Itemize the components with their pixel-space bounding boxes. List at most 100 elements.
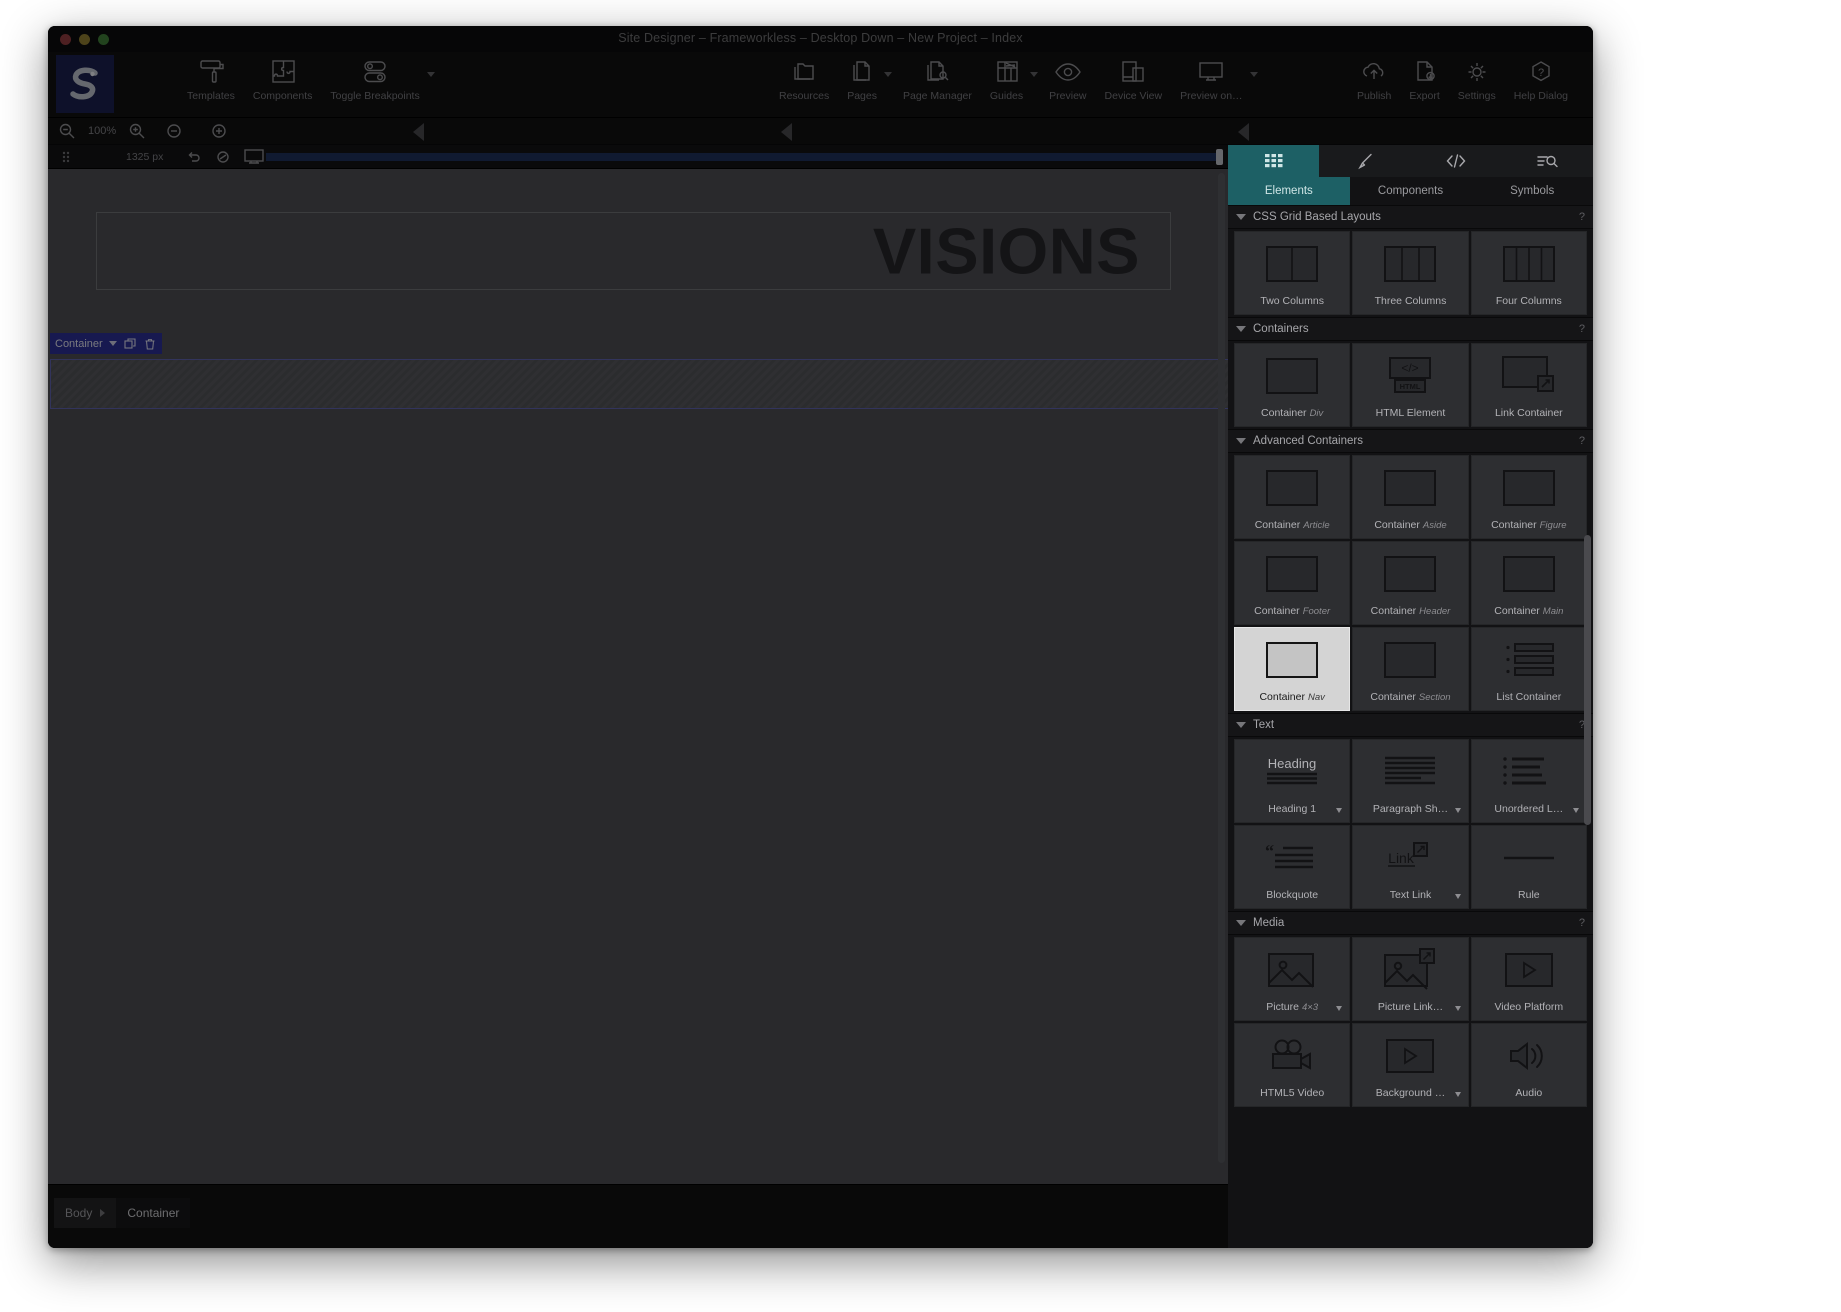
toolbar-item-preview[interactable]: Preview bbox=[1040, 54, 1095, 102]
element-tile-unordered-l[interactable]: Unordered L… bbox=[1470, 739, 1587, 823]
plus-circle-icon[interactable] bbox=[210, 122, 228, 140]
media-query-icon[interactable] bbox=[215, 149, 231, 165]
element-tile-html-element[interactable]: </> HTML HTML Element bbox=[1352, 343, 1469, 427]
chevron-down-icon[interactable] bbox=[1336, 808, 1343, 813]
canvas-scrollbar[interactable] bbox=[1218, 173, 1225, 1163]
selection-badge[interactable]: Container bbox=[50, 333, 162, 354]
toolbar-item-templates[interactable]: Templates bbox=[178, 54, 244, 102]
app-logo-icon[interactable] bbox=[56, 55, 114, 113]
section-header-text[interactable]: Text? bbox=[1228, 713, 1593, 737]
hero-container[interactable]: VISIONS bbox=[96, 212, 1171, 290]
toolbar-item-toggle-breakpoints[interactable]: Toggle Breakpoints bbox=[321, 54, 428, 102]
toolbar-item-export[interactable]: Export bbox=[1400, 54, 1448, 102]
toolbar-item-guides[interactable]: Guides bbox=[981, 54, 1032, 102]
elements-grid-icon[interactable] bbox=[1228, 145, 1320, 177]
element-tile-link-container[interactable]: Link Container bbox=[1470, 343, 1587, 427]
breakpoint-track[interactable] bbox=[266, 153, 1218, 161]
element-tile-rule[interactable]: Rule bbox=[1470, 825, 1587, 909]
toolbar-item-preview-on[interactable]: Preview on… bbox=[1171, 54, 1251, 102]
page-title[interactable]: VISIONS bbox=[873, 214, 1140, 289]
element-tile-two-columns[interactable]: Two Columns bbox=[1234, 231, 1351, 315]
section-header-media[interactable]: Media? bbox=[1228, 911, 1593, 935]
code-icon[interactable] bbox=[1410, 145, 1502, 177]
breadcrumb-item-body[interactable]: Body bbox=[54, 1198, 117, 1228]
element-tile-container-main[interactable]: Container Main bbox=[1470, 541, 1587, 625]
chevron-down-icon[interactable] bbox=[108, 341, 117, 346]
brush-icon[interactable] bbox=[1319, 145, 1411, 177]
toolbar-item-pages[interactable]: Pages bbox=[838, 54, 886, 102]
element-tile-audio[interactable]: Audio bbox=[1470, 1023, 1587, 1107]
breakpoint-width-value[interactable]: 1325 px bbox=[126, 151, 163, 163]
breadcrumb-item-container[interactable]: Container bbox=[116, 1198, 191, 1228]
help-icon[interactable]: ? bbox=[1579, 211, 1585, 223]
chevron-down-icon[interactable] bbox=[1236, 214, 1246, 220]
help-icon[interactable]: ? bbox=[1579, 435, 1585, 447]
element-tile-blockquote[interactable]: “ Blockquote bbox=[1234, 825, 1351, 909]
panel-scrollbar[interactable] bbox=[1584, 535, 1591, 825]
chevron-down-icon[interactable] bbox=[1454, 1006, 1461, 1011]
toolbar-item-help-dialog[interactable]: ? Help Dialog bbox=[1505, 54, 1577, 102]
element-tile-container-section[interactable]: Container Section bbox=[1352, 627, 1469, 711]
element-tile-picture-4-3[interactable]: Picture 4×3 bbox=[1234, 937, 1351, 1021]
element-tile-four-columns[interactable]: Four Columns bbox=[1470, 231, 1587, 315]
breakpoint-handle[interactable] bbox=[1216, 149, 1223, 165]
element-tile-video-platform[interactable]: Video Platform bbox=[1470, 937, 1587, 1021]
magnifier-minus-icon[interactable] bbox=[58, 122, 76, 140]
help-icon[interactable]: ? bbox=[1579, 917, 1585, 929]
element-tile-paragraph-sh[interactable]: Paragraph Sh… bbox=[1352, 739, 1469, 823]
chevron-down-icon[interactable] bbox=[1030, 72, 1039, 77]
collapse-left-arrow-icon[interactable] bbox=[413, 123, 424, 141]
search-list-icon[interactable] bbox=[1501, 145, 1593, 177]
chevron-down-icon[interactable] bbox=[1573, 808, 1579, 813]
element-tile-container-footer[interactable]: Container Footer bbox=[1234, 541, 1351, 625]
chevron-down-icon[interactable] bbox=[1336, 1006, 1343, 1011]
element-tile-three-columns[interactable]: Three Columns bbox=[1352, 231, 1469, 315]
element-tile-container-aside[interactable]: Container Aside bbox=[1352, 455, 1469, 539]
desktop-icon[interactable] bbox=[243, 148, 265, 166]
element-tile-heading-1[interactable]: Heading Heading 1 bbox=[1234, 739, 1351, 823]
zoom-level-value[interactable]: 100% bbox=[88, 125, 116, 137]
collapse-mid-arrow-icon[interactable] bbox=[781, 123, 792, 141]
section-header-advanced-containers[interactable]: Advanced Containers? bbox=[1228, 429, 1593, 453]
elements-library[interactable]: CSS Grid Based Layouts? Two Columns Three … bbox=[1228, 205, 1593, 1248]
chevron-down-icon[interactable] bbox=[426, 72, 435, 77]
element-tile-container-article[interactable]: Container Article bbox=[1234, 455, 1351, 539]
element-tile-container-header[interactable]: Container Header bbox=[1352, 541, 1469, 625]
selected-container-outline[interactable] bbox=[50, 359, 1228, 409]
section-header-containers[interactable]: Containers? bbox=[1228, 317, 1593, 341]
design-canvas[interactable]: VISIONS Container bbox=[48, 169, 1228, 1184]
toolbar-item-device-view[interactable]: Device View bbox=[1096, 54, 1172, 102]
magnifier-plus-icon[interactable] bbox=[128, 122, 146, 140]
element-tile-container-div[interactable]: Container Div bbox=[1234, 343, 1351, 427]
chevron-down-icon[interactable] bbox=[1454, 808, 1461, 813]
chevron-down-icon[interactable] bbox=[1249, 72, 1258, 77]
chevron-down-icon[interactable] bbox=[1454, 894, 1461, 899]
element-tile-container-figure[interactable]: Container Figure bbox=[1470, 455, 1587, 539]
tab-elements[interactable]: Elements bbox=[1228, 177, 1350, 205]
element-tile-html5-video[interactable]: HTML5 Video bbox=[1234, 1023, 1351, 1107]
chevron-down-icon[interactable] bbox=[1236, 438, 1246, 444]
element-tile-container-nav[interactable]: Container Nav bbox=[1234, 627, 1351, 711]
tab-symbols[interactable]: Symbols bbox=[1471, 177, 1593, 205]
toolbar-item-settings[interactable]: Settings bbox=[1449, 54, 1505, 102]
minus-circle-icon[interactable] bbox=[165, 122, 183, 140]
chevron-down-icon[interactable] bbox=[1454, 1092, 1461, 1097]
chevron-down-icon[interactable] bbox=[1236, 722, 1246, 728]
toolbar-item-components[interactable]: Components bbox=[244, 54, 322, 102]
trash-icon[interactable] bbox=[143, 337, 157, 351]
element-tile-list-container[interactable]: List Container bbox=[1470, 627, 1587, 711]
duplicate-icon[interactable] bbox=[123, 337, 137, 351]
tab-components[interactable]: Components bbox=[1349, 177, 1472, 205]
chevron-down-icon[interactable] bbox=[1236, 326, 1246, 332]
undo-icon[interactable] bbox=[186, 149, 202, 165]
section-header-css-grid-based-layouts[interactable]: CSS Grid Based Layouts? bbox=[1228, 205, 1593, 229]
chevron-down-icon[interactable] bbox=[883, 72, 892, 77]
breakpoint-grip-icon[interactable] bbox=[60, 150, 72, 164]
toolbar-item-page-manager[interactable]: Page Manager bbox=[894, 54, 981, 102]
element-tile-text-link[interactable]: Link Text Link bbox=[1352, 825, 1469, 909]
panel-collapse-arrow-icon[interactable] bbox=[1238, 123, 1249, 141]
toolbar-item-resources[interactable]: Resources bbox=[770, 54, 838, 102]
element-tile-background[interactable]: Background … bbox=[1352, 1023, 1469, 1107]
toolbar-item-publish[interactable]: Publish bbox=[1348, 54, 1400, 102]
element-tile-picture-link[interactable]: Picture Link… bbox=[1352, 937, 1469, 1021]
